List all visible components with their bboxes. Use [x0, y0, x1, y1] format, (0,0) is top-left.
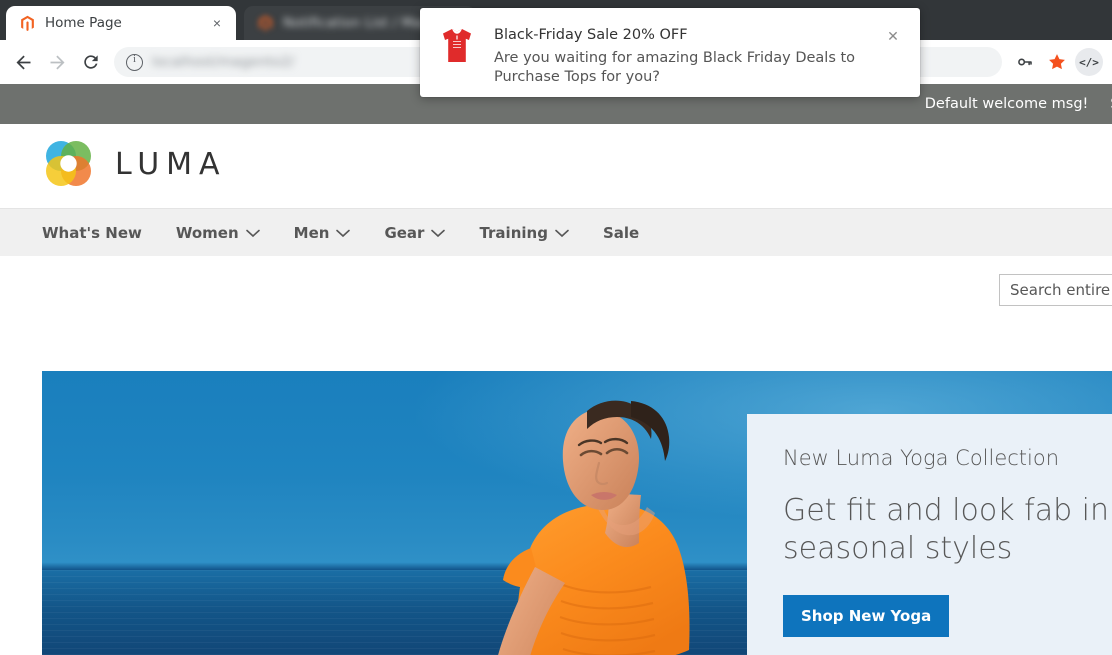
chevron-down-icon: [336, 224, 351, 242]
close-icon[interactable]: ✕: [882, 26, 904, 48]
main-navigation: What's New Women Men Gear Training Sale: [0, 208, 1112, 256]
close-icon[interactable]: ×: [208, 14, 226, 32]
chevron-down-icon: [431, 224, 446, 242]
nav-item-men[interactable]: Men: [294, 224, 351, 242]
password-key-icon[interactable]: [1010, 47, 1040, 77]
browser-window: Notification List / Mag Home Page × i lo…: [0, 0, 1112, 655]
hero-headline: Get fit and look fab in new seasonal sty…: [783, 493, 1112, 566]
red-tshirt-icon: [440, 26, 474, 66]
store-header: LUMA: [0, 124, 1112, 306]
chevron-down-icon: [245, 224, 260, 242]
shop-new-yoga-button[interactable]: Shop New Yoga: [783, 595, 950, 637]
magento-icon: [19, 15, 36, 32]
hero-text-panel: New Luma Yoga Collection Get fit and loo…: [747, 414, 1112, 655]
bookmark-star-icon[interactable]: [1042, 47, 1072, 77]
nav-item-whats-new[interactable]: What's New: [42, 224, 142, 242]
back-button[interactable]: [8, 47, 38, 77]
search-box: [999, 274, 1112, 306]
code-extension-icon[interactable]: </>: [1074, 47, 1104, 77]
nav-item-sale[interactable]: Sale: [603, 224, 639, 242]
chevron-down-icon: [555, 224, 569, 242]
reload-button[interactable]: [76, 47, 106, 77]
nav-label: Gear: [384, 223, 425, 242]
url-text: localhost/magento2/: [152, 54, 295, 70]
toolbar-actions: </>: [1010, 47, 1104, 77]
search-input[interactable]: [999, 274, 1112, 306]
code-extension-label: </>: [1075, 48, 1103, 76]
hero-eyebrow: New Luma Yoga Collection: [783, 446, 1060, 470]
nav-item-women[interactable]: Women: [176, 224, 260, 242]
nav-label: What's New: [42, 223, 142, 242]
nav-label: Sale: [602, 223, 640, 242]
site-info-icon[interactable]: [126, 53, 143, 71]
notification-title: Black-Friday Sale 20% OFF: [494, 27, 688, 43]
notification-body: Black-Friday Sale 20% OFF Are you waitin…: [494, 26, 882, 97]
web-page: Default welcome msg! Sign: [0, 84, 1112, 655]
tab-title: Home Page: [45, 15, 122, 31]
nav-label: Training: [479, 223, 548, 242]
nav-item-training[interactable]: Training: [479, 223, 569, 242]
hero-banner[interactable]: New Luma Yoga Collection Get fit and loo…: [42, 371, 1112, 655]
top-panel-links: Default welcome msg! Sign: [925, 96, 1112, 112]
magento-icon: [257, 15, 274, 32]
store-logo[interactable]: LUMA: [42, 138, 227, 191]
notification-toast[interactable]: Black-Friday Sale 20% OFF Are you waitin…: [420, 8, 920, 97]
logo-text: LUMA: [115, 147, 227, 182]
nav-label: Women: [175, 223, 239, 242]
luma-rings-icon: [42, 138, 95, 191]
browser-tab-active[interactable]: Home Page ×: [6, 6, 236, 40]
forward-button[interactable]: [42, 47, 72, 77]
welcome-message: Default welcome msg!: [924, 96, 1089, 112]
nav-item-gear[interactable]: Gear: [384, 223, 446, 242]
notification-text: Are you waiting for amazing Black Friday…: [494, 50, 856, 85]
nav-label: Men: [293, 223, 330, 242]
